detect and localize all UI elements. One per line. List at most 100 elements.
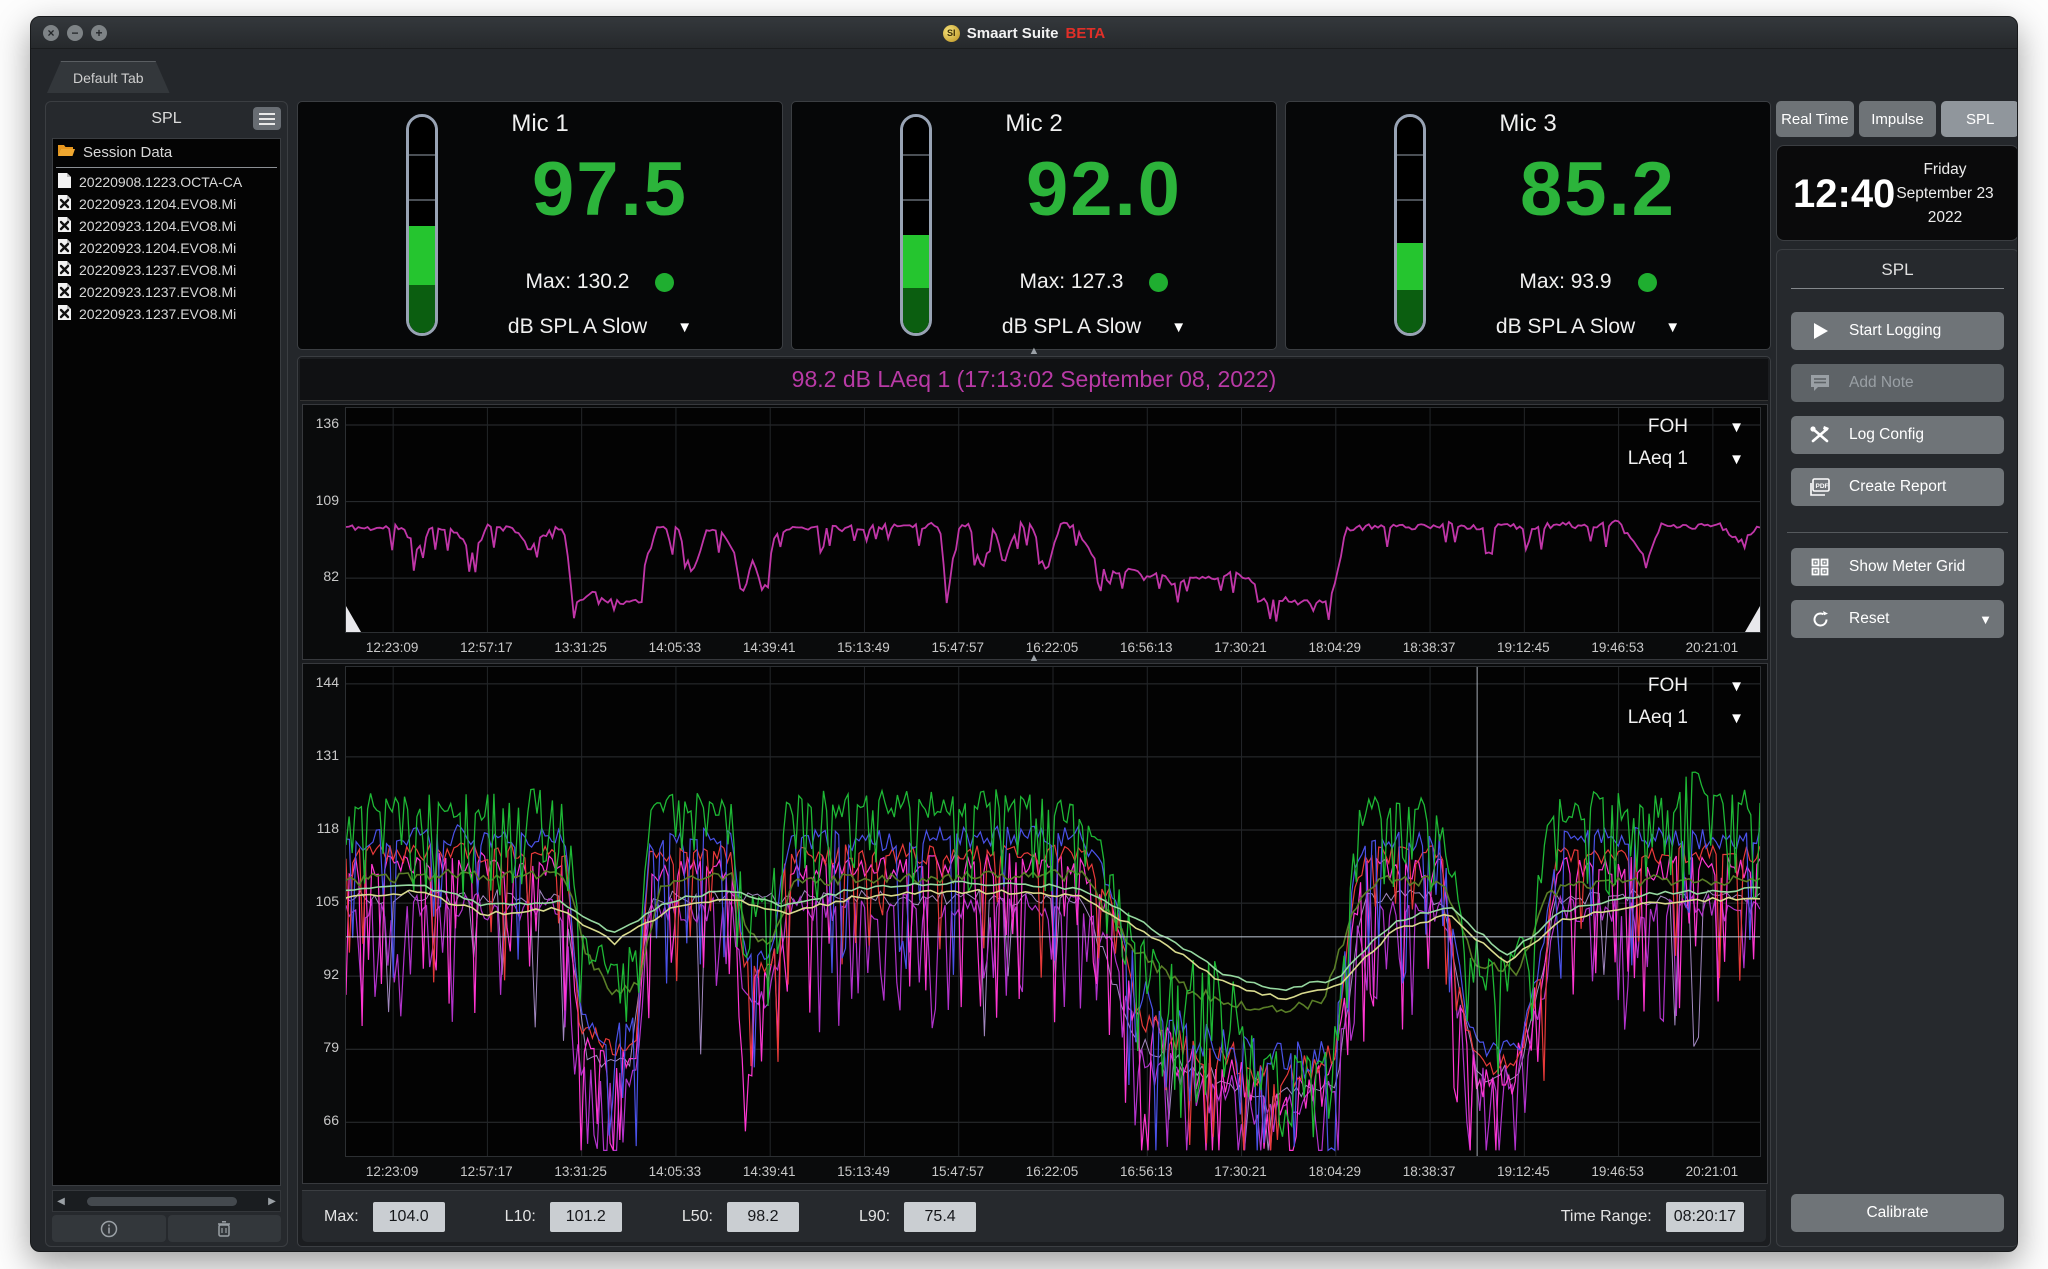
source-dropdown[interactable]: FOH: [1648, 416, 1688, 438]
tab-bar: Default Tab: [31, 49, 2017, 95]
session-file-item[interactable]: 20220923.1204.EVO8.Mi: [53, 193, 280, 215]
add-note-button[interactable]: Add Note: [1791, 364, 2004, 402]
start-logging-button[interactable]: Start Logging: [1791, 312, 2004, 350]
x-axis-tick: 16:22:05: [1007, 640, 1097, 655]
spl-metrics-plot[interactable]: FOH ▼ LAeq 1 ▼: [345, 666, 1761, 1157]
sidebar-menu-button[interactable]: [253, 107, 281, 130]
note-icon: [1810, 374, 1830, 392]
sidebar-scrollbar[interactable]: ◀ ▶: [52, 1190, 281, 1212]
file-name: 20220923.1237.EVO8.Mi: [79, 284, 236, 300]
x-axis-tick: 15:13:49: [818, 640, 908, 655]
chevron-down-icon[interactable]: ▼: [1729, 451, 1744, 468]
meter-mode-label: dB SPL A Slow: [1002, 315, 1141, 339]
calibrate-button[interactable]: Calibrate: [1791, 1194, 2004, 1232]
x-axis-tick: 16:56:13: [1101, 640, 1191, 655]
collapse-up-icon[interactable]: ▲: [1029, 345, 1040, 357]
x-axis-tick: 16:22:05: [1007, 1164, 1097, 1179]
file-name: 20220923.1204.EVO8.Mi: [79, 218, 236, 234]
x-axis-tick: 14:39:41: [724, 640, 814, 655]
spl-charts-panel: ▲ 98.2 dB LAeq 1 (17:13:02 September 08,…: [297, 356, 1771, 1247]
max-value-label: Max: 130.2: [526, 270, 630, 294]
x-document-icon: [57, 304, 72, 324]
session-file-item[interactable]: 20220923.1237.EVO8.Mi: [53, 281, 280, 303]
chevron-down-icon: ▼: [1665, 319, 1680, 336]
delete-file-button[interactable]: [168, 1215, 282, 1242]
spl-value: 92.0: [942, 146, 1266, 233]
chevron-down-icon[interactable]: ▼: [1729, 678, 1744, 695]
app-title: Smaart Suite: [967, 25, 1059, 42]
x-axis-tick: 18:04:29: [1290, 640, 1380, 655]
x-axis-tick: 12:23:09: [347, 1164, 437, 1179]
session-file-item[interactable]: 20220923.1204.EVO8.Mi: [53, 215, 280, 237]
session-file-item[interactable]: 20220923.1237.EVO8.Mi: [53, 259, 280, 281]
real-time-button[interactable]: Real Time: [1776, 101, 1854, 137]
x-document-icon: [57, 282, 72, 302]
level-meter: [1394, 114, 1426, 336]
x-document-icon: [57, 216, 72, 236]
metric-dropdown[interactable]: LAeq 1: [1628, 707, 1688, 729]
metric-dropdown[interactable]: LAeq 1: [1628, 448, 1688, 470]
x-axis-tick: 15:47:57: [913, 1164, 1003, 1179]
meter-mode-dropdown[interactable]: dB SPL A Slow ▼: [418, 315, 782, 339]
x-axis-tick: 18:38:37: [1384, 640, 1474, 655]
file-info-button[interactable]: [52, 1215, 166, 1242]
y-axis-tick: 118: [303, 820, 339, 836]
chevron-down-icon[interactable]: ▼: [1729, 419, 1744, 436]
x-axis-tick: 19:46:53: [1573, 1164, 1663, 1179]
session-file-item[interactable]: 20220908.1223.OCTA-CA: [53, 171, 280, 193]
chevron-down-icon[interactable]: ▼: [1729, 710, 1744, 727]
clock-year: 2022: [1886, 206, 2004, 230]
y-axis-tick: 136: [303, 415, 339, 431]
show-meter-grid-button[interactable]: Show Meter Grid: [1791, 548, 2004, 586]
scrollbar-thumb[interactable]: [87, 1197, 237, 1206]
x-axis-tick: 12:57:17: [441, 1164, 531, 1179]
x-axis-tick: 14:05:33: [630, 640, 720, 655]
meter-mode-label: dB SPL A Slow: [508, 315, 647, 339]
x-axis-tick: 14:05:33: [630, 1164, 720, 1179]
scroll-right-icon[interactable]: ▶: [264, 1196, 280, 1207]
button-label: Start Logging: [1849, 322, 2004, 340]
status-led-icon: [1149, 273, 1168, 292]
scroll-left-icon[interactable]: ◀: [53, 1196, 69, 1207]
folder-icon: [57, 143, 76, 162]
button-label: Add Note: [1849, 374, 2004, 392]
mic-meters-row: Mic 1 97.5 Max: 130.2 dB SPL A Slow ▼ Mi…: [297, 101, 1771, 350]
meter-mode-dropdown[interactable]: dB SPL A Slow ▼: [912, 315, 1276, 339]
meter-panel: Mic 1 97.5 Max: 130.2 dB SPL A Slow ▼: [297, 101, 783, 350]
spl-value: 85.2: [1436, 146, 1760, 233]
l10-label: L10:: [505, 1208, 536, 1226]
y-axis-tick: 66: [303, 1112, 339, 1128]
chevron-down-icon: ▼: [677, 319, 692, 336]
x-axis-tick: 19:12:45: [1478, 1164, 1568, 1179]
x-axis-tick: 17:30:21: [1196, 640, 1286, 655]
l50-label: L50:: [682, 1208, 713, 1226]
reset-icon: [1811, 610, 1830, 629]
x-document-icon: [57, 260, 72, 280]
y-axis-tick: 144: [303, 674, 339, 690]
l50-value: 98.2: [727, 1202, 799, 1232]
button-label: Show Meter Grid: [1849, 558, 2004, 576]
x-axis-tick: 20:21:01: [1667, 640, 1757, 655]
session-data-folder[interactable]: Session Data: [53, 139, 280, 165]
session-file-item[interactable]: 20220923.1237.EVO8.Mi: [53, 303, 280, 325]
log-config-button[interactable]: Log Config: [1791, 416, 2004, 454]
x-axis-tick: 19:46:53: [1573, 640, 1663, 655]
chart-header: 98.2 dB LAeq 1 (17:13:02 September 08, 2…: [300, 359, 1768, 401]
x-axis-tick: 13:31:25: [536, 1164, 626, 1179]
meter-mode-dropdown[interactable]: dB SPL A Slow ▼: [1406, 315, 1770, 339]
spl-value: 97.5: [448, 146, 772, 233]
app-window: × − + SI Smaart Suite BETA Default Tab S…: [30, 16, 2018, 1252]
source-dropdown[interactable]: FOH: [1648, 675, 1688, 697]
x-axis-tick: 14:39:41: [724, 1164, 814, 1179]
laeq-history-plot[interactable]: FOH ▼ LAeq 1 ▼: [345, 407, 1761, 633]
impulse-button[interactable]: Impulse: [1859, 101, 1937, 137]
max-value: 104.0: [373, 1202, 445, 1232]
file-name: 20220923.1237.EVO8.Mi: [79, 306, 236, 322]
button-label: Create Report: [1849, 478, 2004, 496]
spl-mode-button[interactable]: SPL: [1941, 101, 2018, 137]
create-report-button[interactable]: PDF Create Report: [1791, 468, 2004, 506]
reset-button[interactable]: Reset ▼: [1791, 600, 2004, 638]
session-file-item[interactable]: 20220923.1204.EVO8.Mi: [53, 237, 280, 259]
file-name: 20220923.1204.EVO8.Mi: [79, 196, 236, 212]
tab-default[interactable]: Default Tab: [47, 61, 170, 93]
